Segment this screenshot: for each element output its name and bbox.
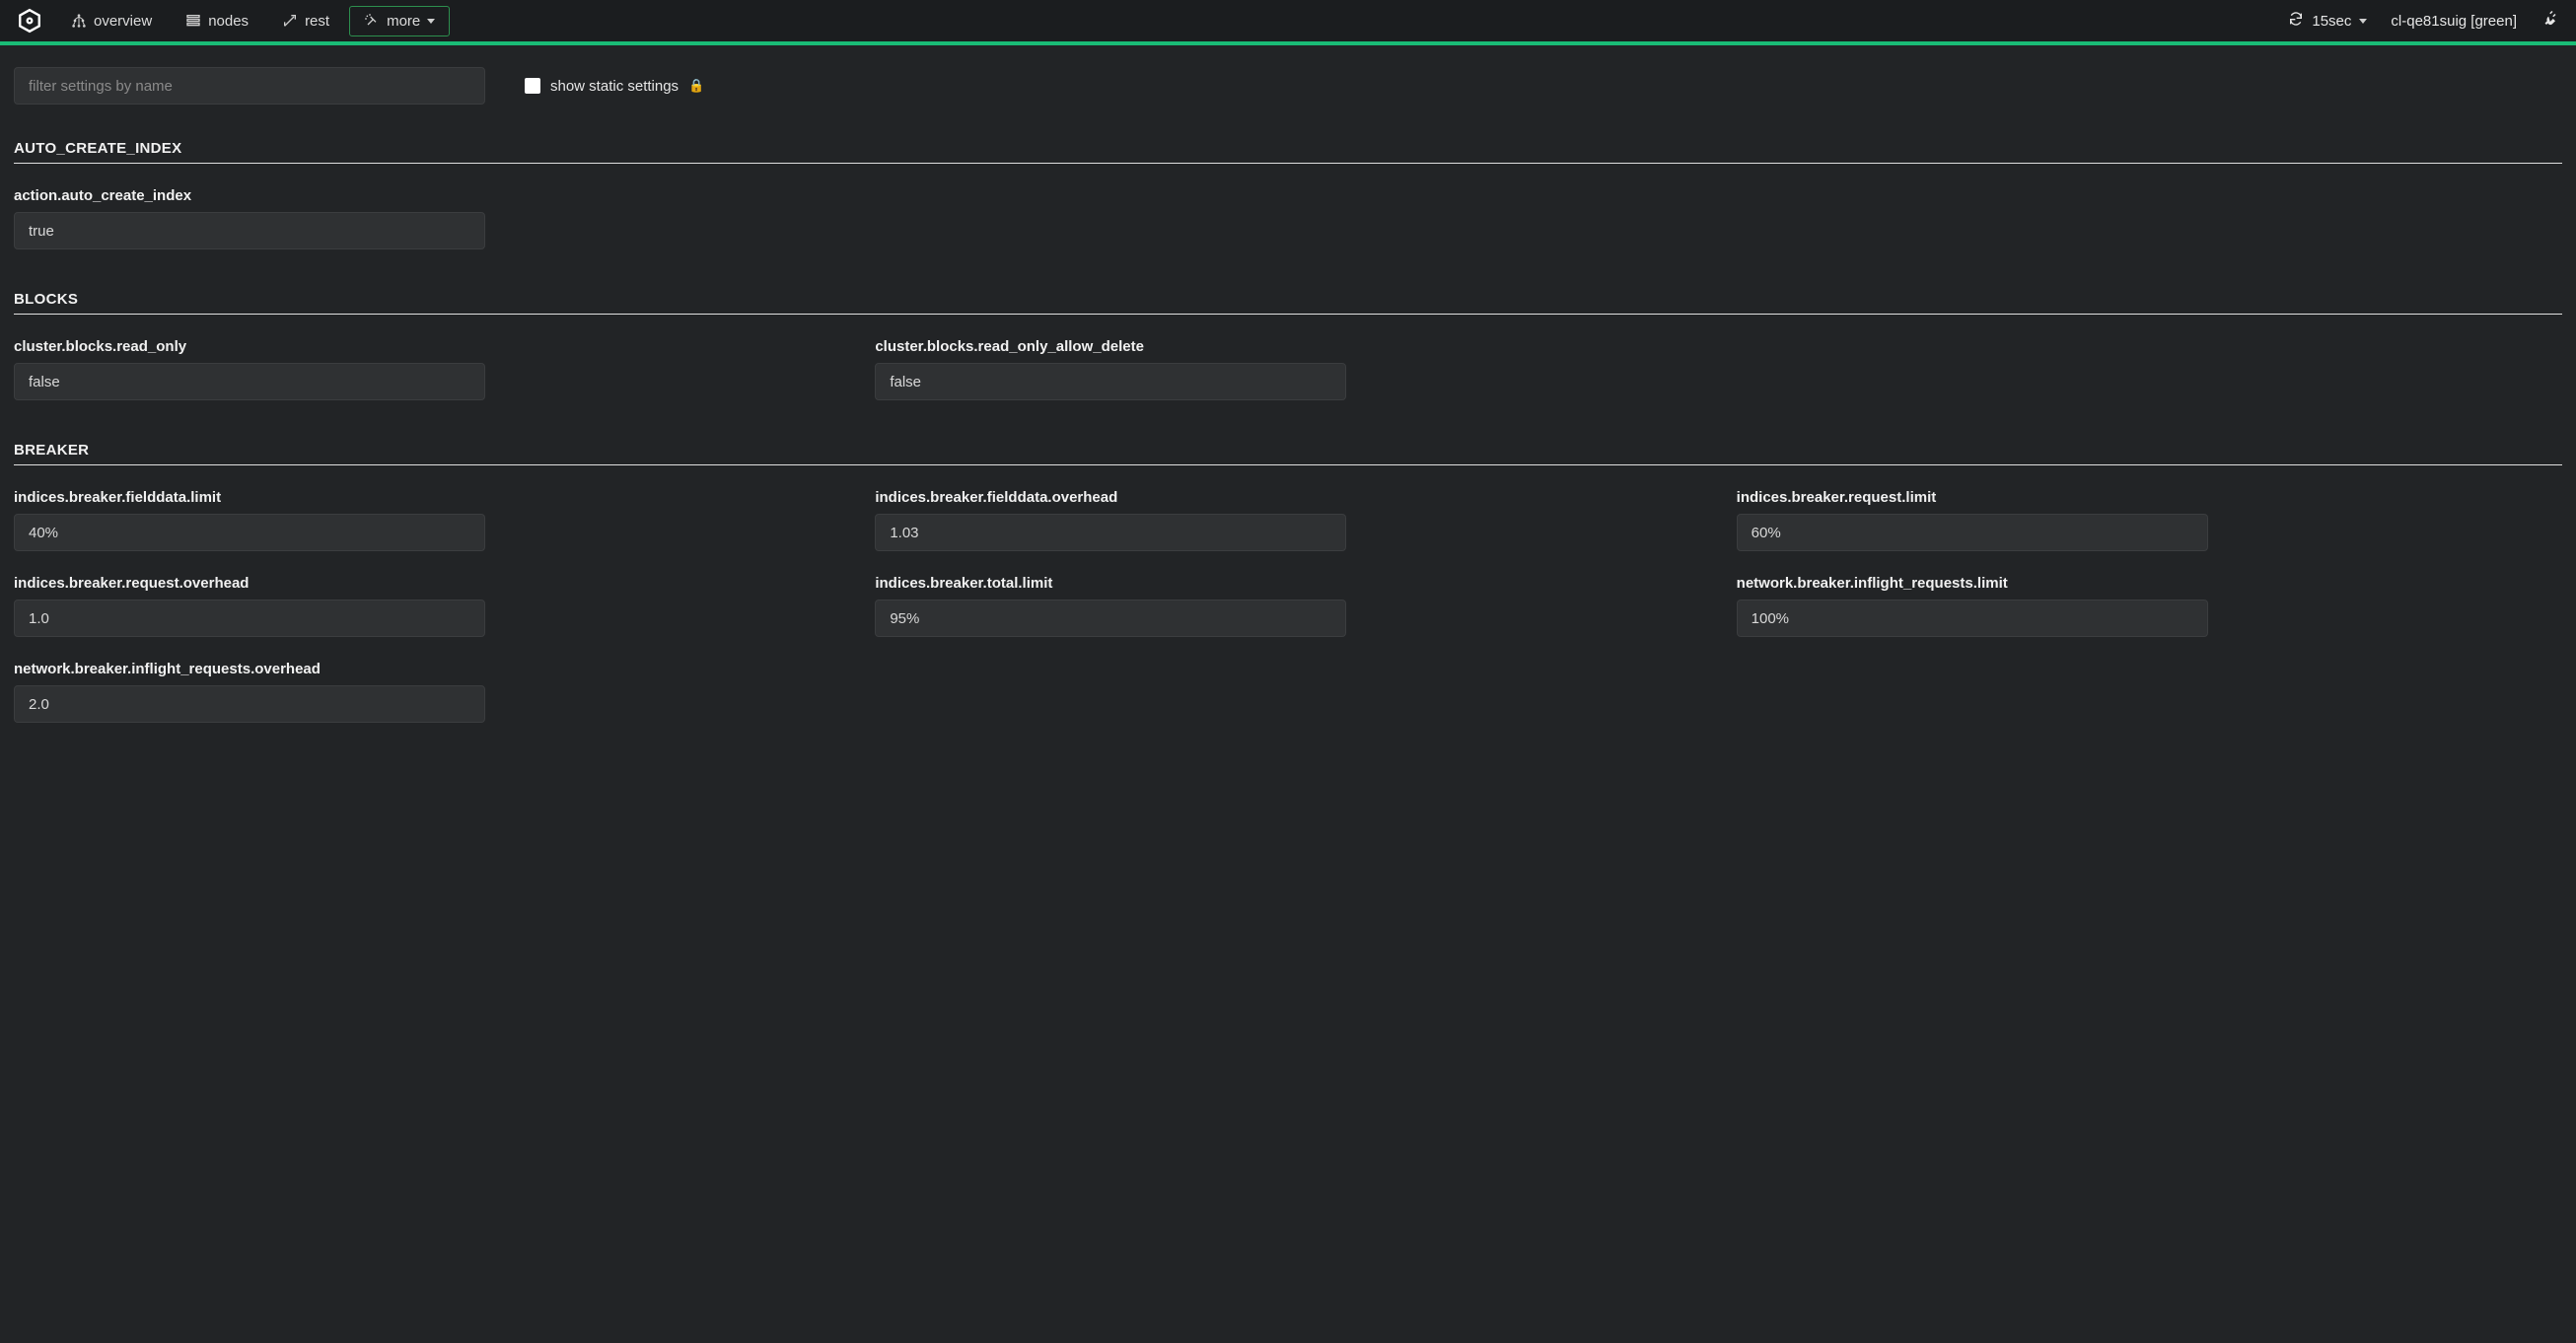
overview-icon: [71, 13, 87, 29]
setting-value-input[interactable]: false: [875, 363, 1346, 400]
setting-item: network.breaker.inflight_requests.limit …: [1737, 575, 2230, 637]
rest-icon: [282, 13, 298, 29]
checkbox-icon: [525, 78, 540, 94]
setting-label: cluster.blocks.read_only: [14, 338, 507, 355]
nav-more-label: more: [387, 13, 420, 30]
setting-item: indices.breaker.request.overhead 1.0: [14, 575, 507, 637]
setting-item: indices.breaker.fielddata.limit 40%: [14, 489, 507, 551]
setting-value-input[interactable]: 2.0: [14, 685, 485, 723]
setting-label: indices.breaker.total.limit: [875, 575, 1368, 592]
setting-label: indices.breaker.request.limit: [1737, 489, 2230, 506]
refresh-interval-dropdown[interactable]: 15sec: [2288, 11, 2367, 31]
section-title-breaker: BREAKER: [14, 442, 2562, 459]
lock-icon: 🔒: [688, 78, 704, 94]
setting-value-input[interactable]: 100%: [1737, 600, 2208, 637]
brand-logo-icon: [16, 7, 43, 35]
nav-more[interactable]: more: [349, 6, 450, 36]
cluster-status-label: cl-qe81suig [green]: [2391, 13, 2517, 30]
setting-item: network.breaker.inflight_requests.overhe…: [14, 661, 507, 723]
nav-rest[interactable]: rest: [268, 7, 343, 35]
setting-item: cluster.blocks.read_only_allow_delete fa…: [875, 338, 1368, 400]
section-divider: [14, 163, 2562, 164]
setting-label: network.breaker.inflight_requests.overhe…: [14, 661, 507, 677]
refresh-icon: [2288, 11, 2304, 31]
setting-value-input[interactable]: 1.0: [14, 600, 485, 637]
section-title-auto-create-index: AUTO_CREATE_INDEX: [14, 140, 2562, 157]
setting-value-input[interactable]: 60%: [1737, 514, 2208, 551]
setting-item: action.auto_create_index true: [14, 187, 507, 249]
setting-item: indices.breaker.total.limit 95%: [875, 575, 1368, 637]
nav-rest-label: rest: [305, 13, 329, 30]
nodes-icon: [185, 13, 201, 29]
more-icon: [364, 13, 380, 29]
connect-icon[interactable]: [2540, 10, 2558, 33]
setting-value-input[interactable]: false: [14, 363, 485, 400]
setting-item: indices.breaker.request.limit 60%: [1737, 489, 2230, 551]
nav-overview-label: overview: [94, 13, 152, 30]
setting-label: action.auto_create_index: [14, 187, 507, 204]
setting-label: indices.breaker.fielddata.overhead: [875, 489, 1368, 506]
setting-label: network.breaker.inflight_requests.limit: [1737, 575, 2230, 592]
setting-value-input[interactable]: 95%: [875, 600, 1346, 637]
setting-label: indices.breaker.request.overhead: [14, 575, 507, 592]
show-static-settings-checkbox[interactable]: show static settings 🔒: [525, 78, 704, 95]
show-static-label: show static settings: [550, 78, 679, 95]
setting-label: cluster.blocks.read_only_allow_delete: [875, 338, 1368, 355]
chevron-down-icon: [427, 19, 435, 24]
section-divider: [14, 464, 2562, 465]
section-divider: [14, 314, 2562, 315]
nav-overview[interactable]: overview: [57, 7, 166, 35]
settings-page: show static settings 🔒 AUTO_CREATE_INDEX…: [0, 45, 2576, 804]
nav-nodes-label: nodes: [208, 13, 249, 30]
setting-label: indices.breaker.fielddata.limit: [14, 489, 507, 506]
setting-value-input[interactable]: 40%: [14, 514, 485, 551]
setting-item: cluster.blocks.read_only false: [14, 338, 507, 400]
section-title-blocks: BLOCKS: [14, 291, 2562, 308]
filter-settings-input[interactable]: [14, 67, 485, 105]
nav-nodes[interactable]: nodes: [172, 7, 262, 35]
setting-value-input[interactable]: true: [14, 212, 485, 249]
setting-item: indices.breaker.fielddata.overhead 1.03: [875, 489, 1368, 551]
refresh-interval-label: 15sec: [2312, 13, 2351, 30]
chevron-down-icon: [2359, 19, 2367, 24]
setting-value-input[interactable]: 1.03: [875, 514, 1346, 551]
top-navbar: overview nodes rest more 15sec cl-qe81su…: [0, 0, 2576, 45]
